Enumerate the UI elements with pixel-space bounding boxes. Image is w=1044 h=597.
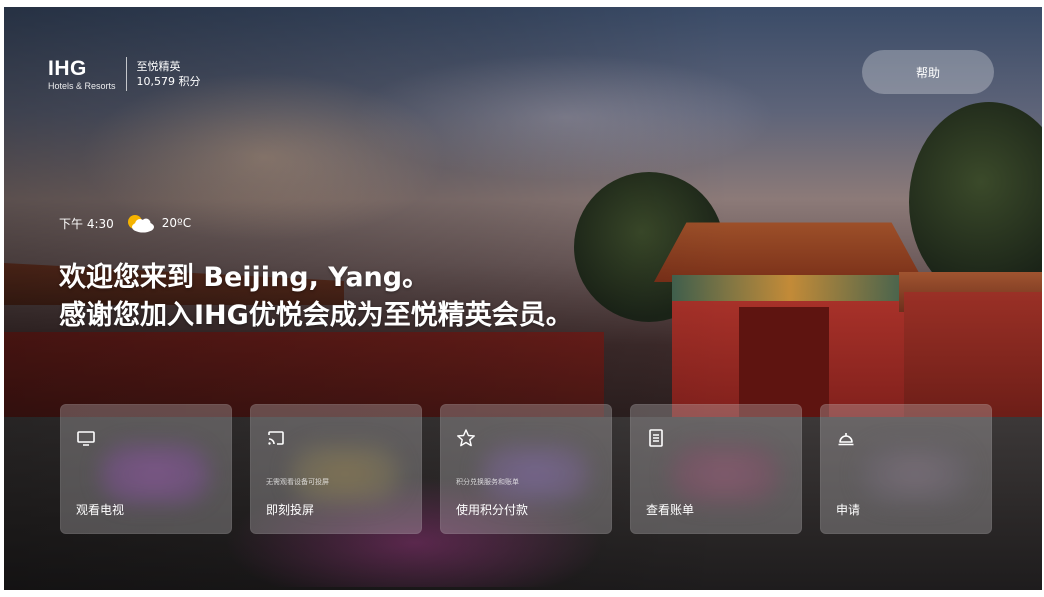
card-view-bill[interactable]: 查看账单 xyxy=(630,404,802,534)
welcome-line-2: 感谢您加入IHG优悦会成为至悦精英会员。 xyxy=(59,300,573,331)
tv-home-screen: IHG Hotels & Resorts 至悦精英 10,579 积分 帮助 下… xyxy=(4,7,1042,590)
tv-icon xyxy=(77,431,95,446)
current-time: 下午 4:30 xyxy=(59,216,114,231)
card-cast[interactable]: 无需观看设备可投屏 即刻投屏 xyxy=(250,404,422,534)
points-balance: 10,579 积分 xyxy=(136,75,201,88)
logo-sub: Hotels & Resorts xyxy=(48,80,116,91)
card-label: 观看电视 xyxy=(76,503,125,517)
bill-icon xyxy=(649,429,663,447)
action-cards: 观看电视 无需观看设备可投屏 即刻投屏 积分兑换服务和账单 使用积分付款 查看账… xyxy=(60,404,992,534)
card-subtitle: 积分兑换服务和账单 xyxy=(456,478,519,486)
welcome-line-1: 欢迎您来到 Beijing, Yang。 xyxy=(59,262,430,293)
card-label: 查看账单 xyxy=(646,503,695,517)
ihg-logo: IHG Hotels & Resorts xyxy=(48,58,116,91)
help-button[interactable]: 帮助 xyxy=(862,50,994,94)
member-tier: 至悦精英 xyxy=(136,60,181,73)
temperature: 20ºC xyxy=(161,216,192,230)
card-pay-with-points[interactable]: 积分兑换服务和账单 使用积分付款 xyxy=(440,404,612,534)
card-subtitle: 无需观看设备可投屏 xyxy=(266,478,329,486)
brand-header: IHG Hotels & Resorts 至悦精英 10,579 积分 xyxy=(48,57,201,91)
service-bell-icon xyxy=(838,433,854,446)
star-icon xyxy=(457,429,475,447)
logo-main: IHG xyxy=(48,56,87,80)
welcome-message: 欢迎您来到 Beijing, Yang。 感谢您加入IHG优悦会成为至悦精英会员… xyxy=(59,259,573,335)
card-label: 使用积分付款 xyxy=(456,503,529,517)
card-request[interactable]: 申请 xyxy=(820,404,992,534)
time-weather: 下午 4:30 20ºC xyxy=(59,213,191,233)
card-label: 即刻投屏 xyxy=(266,503,315,517)
card-label: 申请 xyxy=(836,503,861,517)
cast-icon xyxy=(268,431,284,445)
partly-cloudy-icon xyxy=(127,215,154,233)
brand-divider xyxy=(125,57,127,91)
member-info: 至悦精英 10,579 积分 xyxy=(137,59,201,89)
card-watch-tv[interactable]: 观看电视 xyxy=(60,404,232,534)
